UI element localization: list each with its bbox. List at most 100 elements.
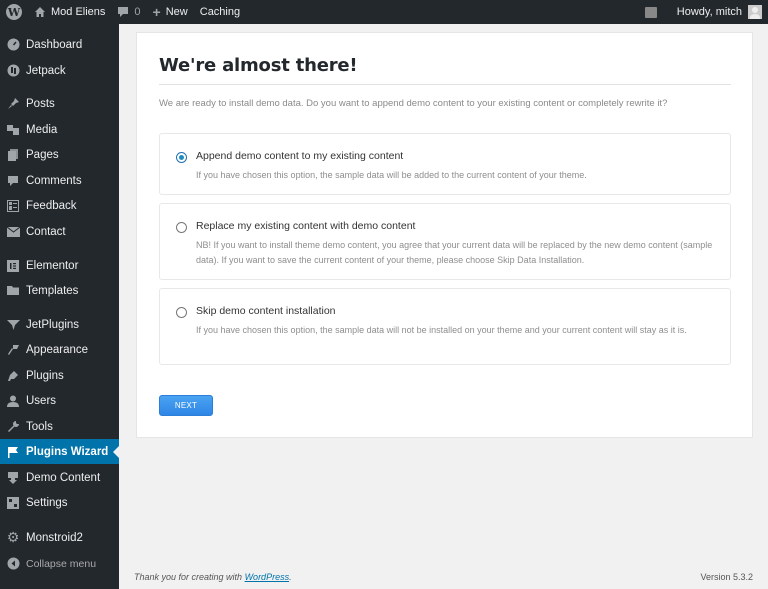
sidebar-item-label: Templates [26,284,79,297]
option-skip[interactable]: Skip demo content installation If you ha… [159,288,731,365]
option-description: If you have chosen this option, the samp… [196,325,687,335]
pages-icon [0,148,26,161]
sidebar-item-label: Plugins [26,369,64,382]
collapse-menu-button[interactable]: Collapse menu [0,551,119,576]
comment-icon [0,175,26,187]
page-title: We're almost there! [159,55,358,76]
sidebar-item-label: Elementor [26,259,79,272]
option-description: NB! If you want to install theme demo co… [196,240,713,265]
collapse-icon [0,557,26,570]
avatar [748,5,762,19]
notification-button[interactable] [639,0,671,24]
wizard-card: We're almost there! We are ready to inst… [136,32,753,438]
comment-icon [117,6,129,18]
version-text: Version 5.3.2 [700,572,753,582]
sidebar-item-label: JetPlugins [26,318,80,331]
sidebar-item-label: Monstroid2 [26,531,83,544]
footer-thanks: Thank you for creating with WordPress. [134,572,292,582]
new-label: New [165,6,188,18]
sidebar-item-jetplugins[interactable]: JetPlugins [0,312,119,337]
elementor-icon [0,259,26,272]
comments-count: 0 [134,6,141,18]
sidebar-item-label: Appearance [26,343,89,356]
sidebar-item-label: Demo Content [26,471,101,484]
sidebar-item-monstroid2[interactable]: ⚙ Monstroid2 [0,525,119,550]
caching-link[interactable]: Caching [194,0,246,24]
admin-bar: W Mod Eliens 0 + New Caching Howdy, mitc… [0,0,768,24]
option-label: Skip demo content installation [196,305,336,317]
sidebar-item-label: Contact [26,225,66,238]
option-replace[interactable]: Replace my existing content with demo co… [159,203,731,280]
sidebar-item-media[interactable]: Media [0,117,119,142]
wordpress-logo-icon: W [6,4,22,20]
option-append[interactable]: Append demo content to my existing conte… [159,133,731,195]
sidebar-item-label: Dashboard [26,38,83,51]
sidebar-item-label: Comments [26,174,82,187]
sidebar-item-label: Posts [26,97,55,110]
user-icon [0,395,26,407]
wrench-icon [0,420,26,433]
user-account-menu[interactable]: Howdy, mitch [671,0,768,24]
pin-icon [0,97,26,110]
comments-link[interactable]: 0 [111,0,146,24]
wordpress-logo-button[interactable]: W [0,0,28,24]
option-description: If you have chosen this option, the samp… [196,170,587,180]
wordpress-link[interactable]: WordPress [245,572,290,582]
sidebar-item-posts[interactable]: Posts [0,91,119,116]
sidebar-item-label: Settings [26,496,68,509]
footer-thanks-prefix: Thank you for creating with [134,572,245,582]
sidebar-item-appearance[interactable]: Appearance [0,337,119,362]
flag-icon [0,446,26,458]
brush-icon [0,343,26,356]
append-radio[interactable] [176,152,187,163]
sidebar-item-plugins[interactable]: Plugins [0,363,119,388]
replace-radio[interactable] [176,222,187,233]
skip-radio[interactable] [176,307,187,318]
sidebar-item-contact[interactable]: Contact [0,219,119,244]
home-icon [34,6,46,18]
next-button[interactable]: NEXT [159,395,213,416]
sidebar-item-jetpack[interactable]: Jetpack [0,58,119,83]
site-name-link[interactable]: Mod Eliens [28,0,111,24]
intro-text: We are ready to install demo data. Do yo… [159,98,668,109]
title-divider [159,84,731,85]
feedback-icon [0,199,26,212]
download-icon [0,471,26,484]
admin-sidebar: Dashboard Jetpack Posts Media Pages Comm… [0,24,119,589]
sidebar-item-users[interactable]: Users [0,388,119,413]
sidebar-item-label: Collapse menu [26,557,97,570]
sidebar-item-label: Users [26,394,57,407]
sidebar-item-templates[interactable]: Templates [0,278,119,303]
dashboard-icon [0,38,26,51]
media-icon [0,123,26,136]
sidebar-item-feedback[interactable]: Feedback [0,193,119,218]
user-greeting: Howdy, mitch [676,6,742,18]
sidebar-item-pages[interactable]: Pages [0,142,119,167]
sidebar-item-tools[interactable]: Tools [0,414,119,439]
sidebar-item-label: Feedback [26,199,77,212]
plus-icon: + [152,4,161,20]
sidebar-item-label: Jetpack [26,64,66,77]
gear-icon: ⚙ [6,529,20,545]
new-content-link[interactable]: + New [147,0,194,24]
sidebar-item-plugins-wizard[interactable]: Plugins Wizard [0,439,119,464]
folder-icon [0,285,26,296]
sidebar-item-dashboard[interactable]: Dashboard [0,32,119,57]
jetpack-icon [0,64,26,77]
sidebar-item-label: Pages [26,148,59,161]
sidebar-item-label: Plugins Wizard [26,445,109,458]
footer-thanks-suffix: . [289,572,292,582]
plug-icon [0,369,26,382]
sidebar-item-label: Media [26,123,58,136]
option-label: Append demo content to my existing conte… [196,150,404,162]
sidebar-item-label: Tools [26,420,53,433]
funnel-icon [0,319,26,331]
settings-icon [0,496,26,509]
site-name: Mod Eliens [51,6,106,18]
mail-icon [0,226,26,237]
sidebar-item-settings[interactable]: Settings [0,490,119,515]
option-label: Replace my existing content with demo co… [196,220,416,232]
sidebar-item-comments[interactable]: Comments [0,168,119,193]
sidebar-item-elementor[interactable]: Elementor [0,253,119,278]
sidebar-item-demo-content[interactable]: Demo Content [0,465,119,490]
